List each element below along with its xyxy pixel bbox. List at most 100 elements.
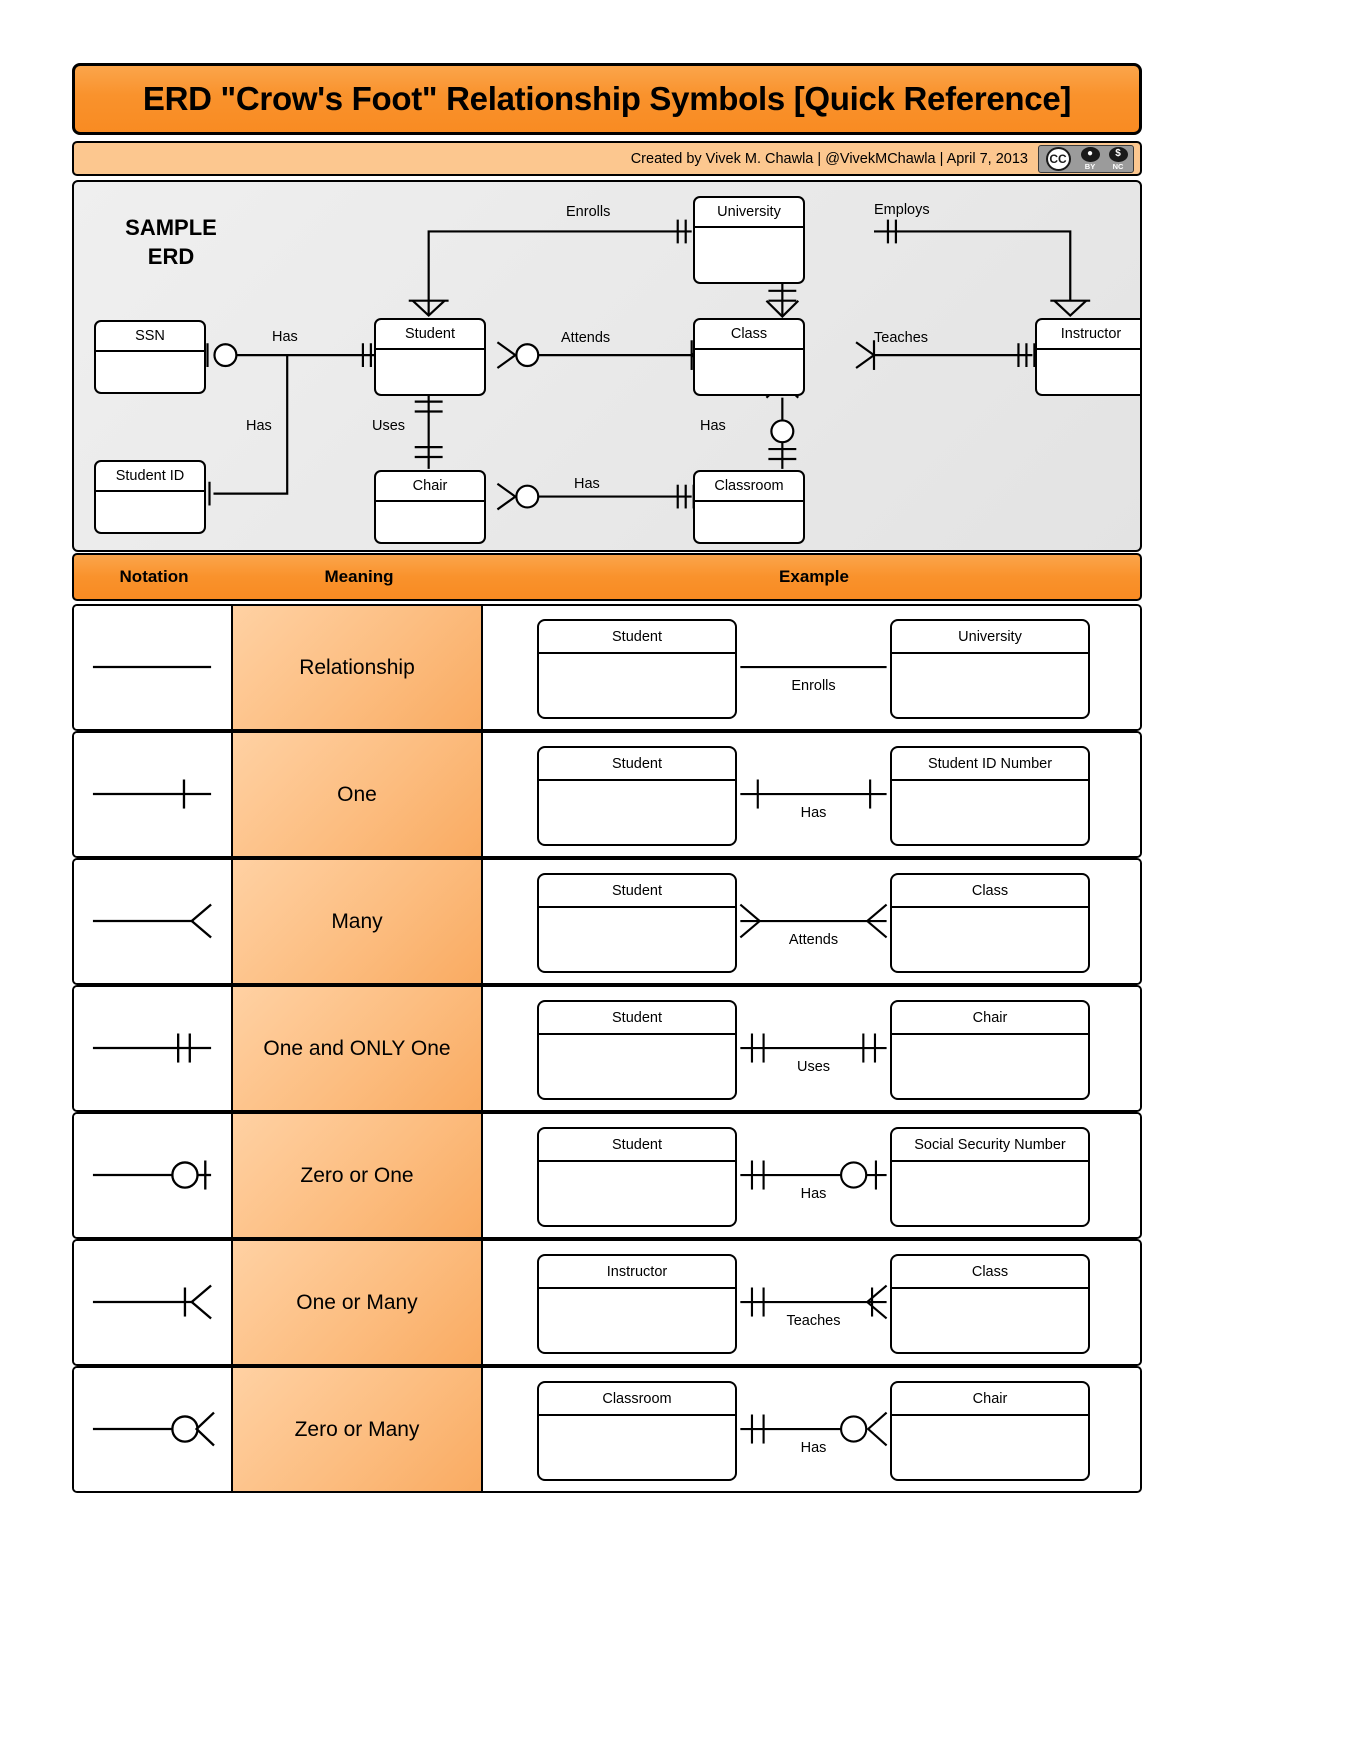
erd-entity-classroom-name: Classroom	[695, 472, 803, 502]
erd-entity-classroom[interactable]: Classroom	[693, 470, 805, 544]
meaning-cell: Zero or Many	[233, 1368, 483, 1491]
erd-entity-instructor[interactable]: Instructor	[1035, 318, 1140, 396]
erd-entity-class-body	[695, 350, 803, 394]
one-tick-icon	[92, 779, 212, 809]
example-connector	[740, 665, 887, 669]
example-connector	[740, 1411, 888, 1447]
table-row[interactable]: One and ONLY One Student Chair Uses	[72, 985, 1142, 1112]
erd-entity-student-id[interactable]: Student ID	[94, 460, 206, 534]
notation-table-header: Notation Meaning Example	[72, 553, 1142, 601]
example-connector	[740, 1284, 888, 1320]
byline-bar: Created by Vivek M. Chawla | @VivekMChaw…	[72, 141, 1142, 176]
plain-line-icon	[92, 665, 212, 669]
erd-label-uses: Uses	[372, 418, 406, 434]
erd-label-has-student-id: Has	[246, 418, 272, 434]
notation-cell	[74, 987, 233, 1110]
erd-entity-ssn-name: SSN	[96, 322, 204, 352]
cc-nc-icon: $ NC	[1105, 146, 1131, 171]
crows-foot-icon	[92, 903, 212, 939]
example-cell: Student Social Security Number Has	[485, 1114, 1140, 1237]
double-tick-icon	[92, 1033, 212, 1063]
erd-label-enrolls: Enrolls	[566, 204, 611, 220]
table-row[interactable]: Zero or One Student Social Security Numb…	[72, 1112, 1142, 1239]
erd-entity-chair-name: Chair	[376, 472, 484, 502]
erd-entity-student-name: Student	[376, 320, 484, 350]
erd-entity-ssn[interactable]: SSN	[94, 320, 206, 394]
meaning-cell: Zero or One	[233, 1114, 483, 1237]
erd-label-has-chair: Has	[574, 476, 600, 492]
erd-entity-university[interactable]: University	[693, 196, 805, 284]
erd-connector-lines	[200, 219, 1091, 511]
example-connector	[740, 1160, 887, 1190]
erd-entity-student[interactable]: Student	[374, 318, 486, 396]
column-header-example: Example	[779, 567, 849, 586]
erd-label-attends: Attends	[561, 330, 611, 346]
cc-circle-label: CC	[1045, 146, 1071, 171]
column-header-meaning: Meaning	[324, 567, 394, 586]
example-connector	[739, 903, 888, 939]
erd-entity-instructor-name: Instructor	[1037, 320, 1140, 350]
example-relationship-label: Has	[800, 1186, 827, 1202]
erd-label-has-ssn: Has	[272, 329, 298, 345]
example-cell: Student Chair Uses	[485, 987, 1140, 1110]
page-title: ERD "Crow's Foot" Relationship Symbols […	[142, 80, 1072, 117]
meaning-cell: Many	[233, 860, 483, 983]
table-row[interactable]: One Student Student ID Number Has	[72, 731, 1142, 858]
example-relationship-label: Has	[800, 805, 827, 821]
circle-crows-foot-icon	[92, 1411, 215, 1447]
table-row[interactable]: Many Student Class Attends	[72, 858, 1142, 985]
erd-entity-class[interactable]: Class	[693, 318, 805, 396]
erd-entity-university-name: University	[695, 198, 803, 228]
meaning-cell: Relationship	[233, 606, 483, 729]
erd-label-teaches: Teaches	[874, 330, 929, 346]
meaning-cell: One	[233, 733, 483, 856]
notation-cell	[74, 1241, 233, 1364]
example-cell: Student Student ID Number Has	[485, 733, 1140, 856]
dollar-crossed-icon: $	[1108, 146, 1128, 162]
erd-entity-chair[interactable]: Chair	[374, 470, 486, 544]
example-relationship-label: Has	[800, 1440, 827, 1456]
example-cell: Classroom Chair Has	[485, 1368, 1140, 1491]
cc-nc-label: NC	[1112, 162, 1124, 171]
title-bar: ERD "Crow's Foot" Relationship Symbols […	[72, 63, 1142, 135]
meaning-cell: One and ONLY One	[233, 987, 483, 1110]
erd-entity-class-name: Class	[695, 320, 803, 350]
erd-label-has-classroom: Has	[700, 418, 726, 434]
example-connector	[740, 1033, 887, 1063]
column-header-notation: Notation	[119, 567, 189, 586]
tick-crows-foot-icon	[92, 1284, 212, 1320]
circle-tick-icon	[92, 1160, 212, 1190]
meaning-cell: One or Many	[233, 1241, 483, 1364]
example-connector	[740, 779, 887, 809]
table-row[interactable]: Relationship Student University Enrolls	[72, 604, 1142, 731]
table-row[interactable]: One or Many Instructor Class Teaches	[72, 1239, 1142, 1366]
erd-entity-student-id-name: Student ID	[96, 462, 204, 492]
example-cell: Student University Enrolls	[485, 606, 1140, 729]
erd-entity-student-id-body	[96, 492, 204, 532]
erd-quick-reference-page: ERD "Crow's Foot" Relationship Symbols […	[0, 0, 1360, 1760]
notation-cell	[74, 860, 233, 983]
erd-entity-ssn-body	[96, 352, 204, 392]
notation-cell	[74, 606, 233, 729]
erd-entity-chair-body	[376, 502, 484, 542]
erd-entity-student-body	[376, 350, 484, 394]
example-relationship-label: Attends	[788, 932, 839, 948]
example-relationship-label: Teaches	[786, 1313, 841, 1329]
example-relationship-label: Enrolls	[791, 678, 836, 694]
creative-commons-badges: CC ● BY $ NC	[1038, 144, 1134, 173]
table-row[interactable]: Zero or Many Classroom Chair Has	[72, 1366, 1142, 1493]
cc-icon: CC	[1041, 146, 1075, 171]
erd-entity-classroom-body	[695, 502, 803, 542]
cc-by-label: BY	[1084, 162, 1096, 171]
cc-by-icon: ● BY	[1077, 146, 1103, 171]
example-relationship-label: Uses	[796, 1059, 831, 1075]
erd-entity-university-body	[695, 228, 803, 282]
sample-erd-panel: SAMPLE ERD SSN Student ID Student Chair …	[72, 180, 1142, 552]
notation-cell	[74, 1368, 233, 1491]
erd-entity-instructor-body	[1037, 350, 1140, 394]
byline-text: Created by Vivek M. Chawla | @VivekMChaw…	[630, 150, 1028, 167]
person-icon: ●	[1080, 146, 1100, 162]
example-cell: Instructor Class Teaches	[485, 1241, 1140, 1364]
notation-cell	[74, 733, 233, 856]
example-cell: Student Class Attends	[485, 860, 1140, 983]
